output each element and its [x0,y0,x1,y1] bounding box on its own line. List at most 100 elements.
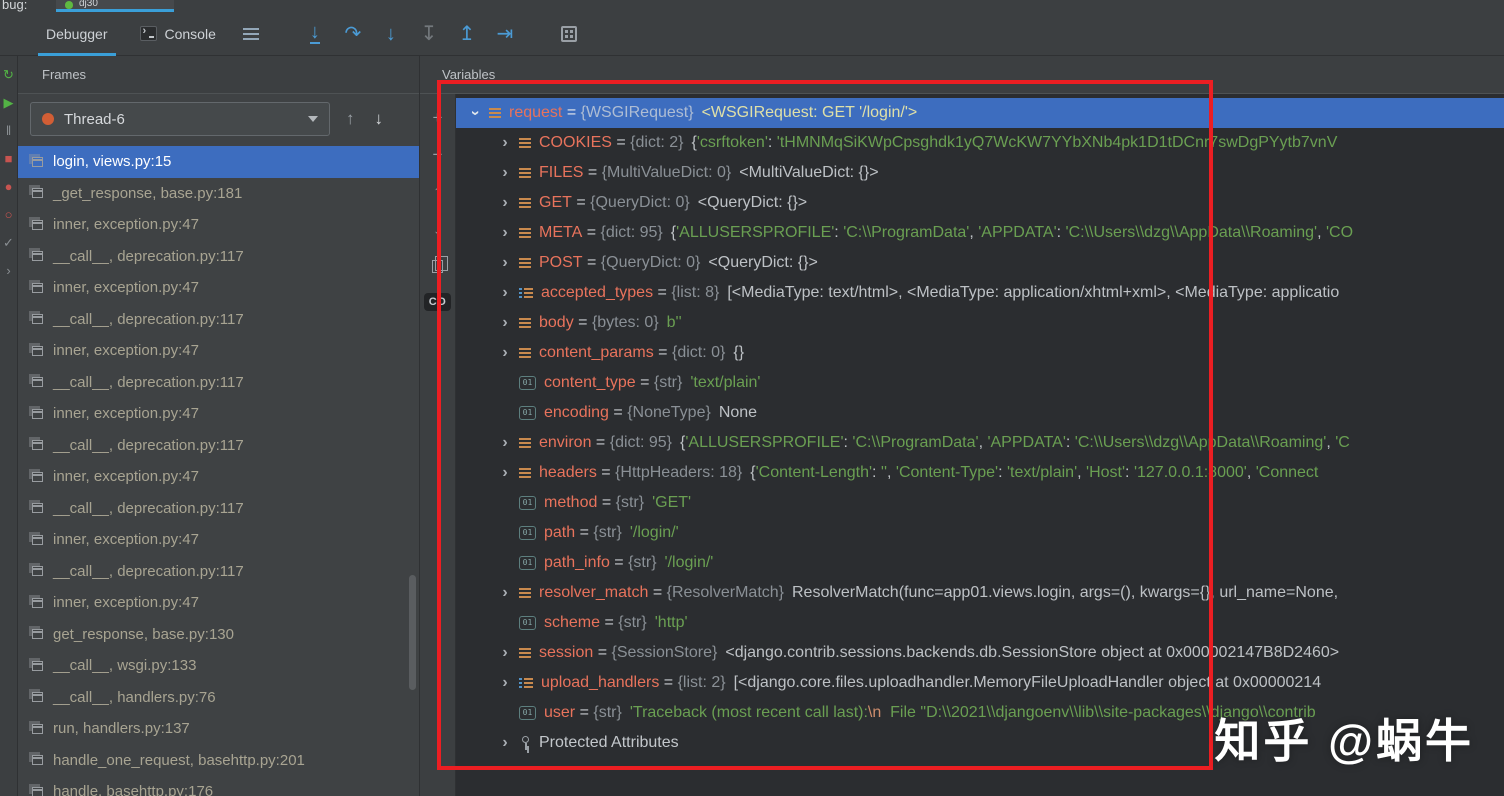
show-execution-point-button[interactable]: ↓ [296,17,334,51]
chevron-icon[interactable]: › [496,465,514,481]
chevron-icon[interactable]: › [496,675,514,691]
chevron-icon[interactable]: › [496,345,514,361]
frame-row[interactable]: handle, basehttp.py:176 [18,776,419,796]
variable-row[interactable]: 01 method = {str} 'GET' [456,488,1504,518]
variable-row[interactable]: 01 scheme = {str} 'http' [456,608,1504,638]
frame-row[interactable]: _get_response, base.py:181 [18,178,419,210]
variable-row[interactable]: 01 content_type = {str} 'text/plain' [456,368,1504,398]
stop-icon[interactable]: ■ [5,152,13,165]
frame-row[interactable]: inner, exception.py:47 [18,587,419,619]
run-to-cursor-button[interactable]: ⇥ [486,17,524,51]
frame-row[interactable]: __call__, deprecation.py:117 [18,304,419,336]
frame-row[interactable]: __call__, handlers.py:76 [18,682,419,714]
chevron-icon[interactable]: › [496,315,514,331]
frame-row[interactable]: inner, exception.py:47 [18,524,419,556]
frame-row[interactable]: inner, exception.py:47 [18,209,419,241]
check-icon[interactable]: ✓ [3,236,14,249]
tab-debugger[interactable]: Debugger [30,12,124,56]
frame-row[interactable]: login, views.py:15 [18,146,419,178]
variable-row[interactable]: › GET = {QueryDict: 0} <QueryDict: {}> [456,188,1504,218]
chevron-icon[interactable]: › [496,735,514,751]
variable-row[interactable]: › session = {SessionStore} <django.contr… [456,638,1504,668]
chevron-icon[interactable]: › [496,165,514,181]
stack-frame-icon [32,251,43,262]
resume-program-icon[interactable]: ▶ [4,96,14,109]
chevron-right-icon[interactable]: › [6,264,10,277]
frame-row[interactable]: __call__, deprecation.py:117 [18,556,419,588]
equals-sign: = [575,704,594,721]
variable-row[interactable]: › content_params = {dict: 0} {} [456,338,1504,368]
move-watch-down-button[interactable]: ↓ [433,219,442,239]
thread-selector[interactable]: Thread-6 [30,102,330,136]
editor-file-tab[interactable]: dj30 [56,0,174,12]
chevron-icon[interactable]: › [496,645,514,661]
variable-name: GET [539,194,572,211]
variable-row[interactable]: › environ = {dict: 95} {'ALLUSERSPROFILE… [456,428,1504,458]
add-watch-button[interactable]: + [433,108,443,128]
variable-value: <QueryDict: {}> [697,194,808,211]
remove-watch-button[interactable]: − [433,145,443,165]
variable-row[interactable]: › upload_handlers = {list: 2} [<django.c… [456,668,1504,698]
frame-row[interactable]: inner, exception.py:47 [18,272,419,304]
frame-row[interactable]: inner, exception.py:47 [18,398,419,430]
frames-scrollbar[interactable] [409,575,416,690]
frame-row[interactable]: __call__, deprecation.py:117 [18,367,419,399]
frame-row[interactable]: get_response, base.py:130 [18,619,419,651]
layout-menu-button[interactable] [232,17,270,51]
chevron-icon[interactable]: › [496,135,514,151]
frame-row[interactable]: run, handlers.py:137 [18,713,419,745]
variable-row[interactable]: 01 path = {str} '/login/' [456,518,1504,548]
variable-row[interactable]: 01 path_info = {str} '/login/' [456,548,1504,578]
stack-frame-icon [32,534,43,545]
variable-row[interactable]: › accepted_types = {list: 8} [<MediaType… [456,278,1504,308]
equals-sign: = [582,254,601,271]
variable-row[interactable]: › FILES = {MultiValueDict: 0} <MultiValu… [456,158,1504,188]
chevron-icon[interactable]: › [496,195,514,211]
mute-breakpoints-icon[interactable]: ○ [5,208,13,221]
frame-row[interactable]: handle_one_request, basehttp.py:201 [18,745,419,777]
step-into-button[interactable]: ↓ [372,17,410,51]
duplicate-watch-button[interactable] [432,255,448,276]
chevron-icon[interactable]: › [496,435,514,451]
chevron-icon[interactable]: › [496,585,514,601]
frame-row[interactable]: __call__, deprecation.py:117 [18,241,419,273]
pause-program-icon[interactable]: ‖ [6,124,11,137]
variable-row[interactable]: › resolver_match = {ResolverMatch} Resol… [456,578,1504,608]
variable-row[interactable]: › request = {WSGIRequest} <WSGIRequest: … [456,98,1504,128]
variable-row[interactable]: 01 user = {str} 'Traceback (most recent … [456,698,1504,728]
variable-row[interactable]: › body = {bytes: 0} b'' [456,308,1504,338]
variable-row[interactable]: › POST = {QueryDict: 0} <QueryDict: {}> [456,248,1504,278]
variable-row[interactable]: › headers = {HttpHeaders: 18} {'Content-… [456,458,1504,488]
next-frame-button[interactable]: ↓ [375,109,384,129]
frame-row[interactable]: __call__, wsgi.py:133 [18,650,419,682]
equals-sign: = [635,374,654,391]
variable-value: [<MediaType: text/html>, <MediaType: app… [727,284,1340,301]
variable-row[interactable]: › META = {dict: 95} {'ALLUSERSPROFILE': … [456,218,1504,248]
step-out-button[interactable]: ↥ [448,17,486,51]
chevron-icon[interactable]: › [496,285,514,301]
variable-row[interactable]: › Protected Attributes [456,728,1504,758]
chevron-icon[interactable]: › [467,104,484,122]
rerun-debugger-icon[interactable]: ↻ [3,68,14,81]
variable-row[interactable]: › COOKIES = {dict: 2} {'csrftoken': 'tHM… [456,128,1504,158]
chevron-icon[interactable]: › [496,255,514,271]
chevron-icon[interactable]: › [496,225,514,241]
variable-type-icon [519,318,531,328]
co-badge[interactable]: CO [423,293,452,311]
force-step-into-button[interactable]: ↧ [410,17,448,51]
move-watch-up-button[interactable]: ↑ [433,182,442,202]
frame-row[interactable]: __call__, deprecation.py:117 [18,493,419,525]
frame-row[interactable]: inner, exception.py:47 [18,335,419,367]
previous-frame-button[interactable]: ↑ [346,109,355,129]
variable-name: method [544,494,598,511]
frame-row[interactable]: __call__, deprecation.py:117 [18,430,419,462]
equals-sign: = [571,194,591,211]
stack-frame-icon [32,440,43,451]
frame-row[interactable]: inner, exception.py:47 [18,461,419,493]
view-breakpoints-icon[interactable]: ● [5,180,13,193]
evaluate-expression-button[interactable] [550,17,588,51]
tab-console[interactable]: Console [124,12,232,56]
step-over-button[interactable]: ↷ [334,17,372,51]
debug-toolbar: Debugger Console ↓ ↷ ↓ ↧ ↥ ⇥ [0,12,1504,56]
variable-row[interactable]: 01 encoding = {NoneType} None [456,398,1504,428]
